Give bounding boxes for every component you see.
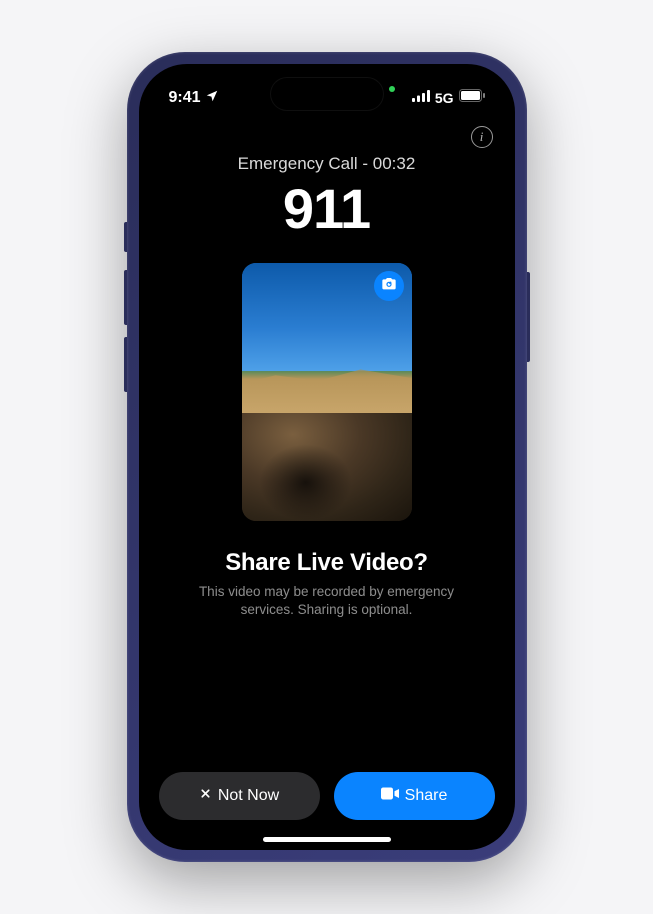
- camera-flip-icon: [381, 276, 397, 297]
- prompt-subtitle: This video may be recorded by emergency …: [171, 583, 483, 619]
- info-icon: i: [480, 129, 484, 145]
- home-indicator[interactable]: [263, 837, 391, 842]
- emergency-number: 911: [139, 176, 515, 241]
- close-icon: [199, 787, 212, 805]
- share-button[interactable]: Share: [334, 772, 495, 820]
- share-label: Share: [405, 787, 448, 805]
- share-prompt: Share Live Video? This video may be reco…: [139, 549, 515, 619]
- network-label: 5G: [435, 90, 454, 106]
- call-status-label: Emergency Call - 00:32: [139, 154, 515, 174]
- video-preview: [242, 263, 412, 521]
- video-icon: [381, 787, 399, 805]
- flip-camera-button[interactable]: [374, 271, 404, 301]
- cellular-signal-icon: [412, 89, 430, 107]
- phone-side-buttons: [124, 222, 127, 404]
- phone-frame: 9:41 5G: [127, 52, 527, 862]
- camera-privacy-indicator: [389, 86, 395, 92]
- dynamic-island: [271, 78, 383, 110]
- not-now-label: Not Now: [218, 787, 279, 805]
- action-row: Not Now Share: [139, 772, 515, 820]
- call-header: Emergency Call - 00:32 911: [139, 154, 515, 241]
- not-now-button[interactable]: Not Now: [159, 772, 320, 820]
- location-icon: [205, 89, 219, 108]
- screen: 9:41 5G: [139, 64, 515, 850]
- prompt-title: Share Live Video?: [171, 549, 483, 577]
- info-button[interactable]: i: [471, 126, 493, 148]
- battery-icon: [459, 89, 485, 107]
- status-time: 9:41: [169, 89, 201, 107]
